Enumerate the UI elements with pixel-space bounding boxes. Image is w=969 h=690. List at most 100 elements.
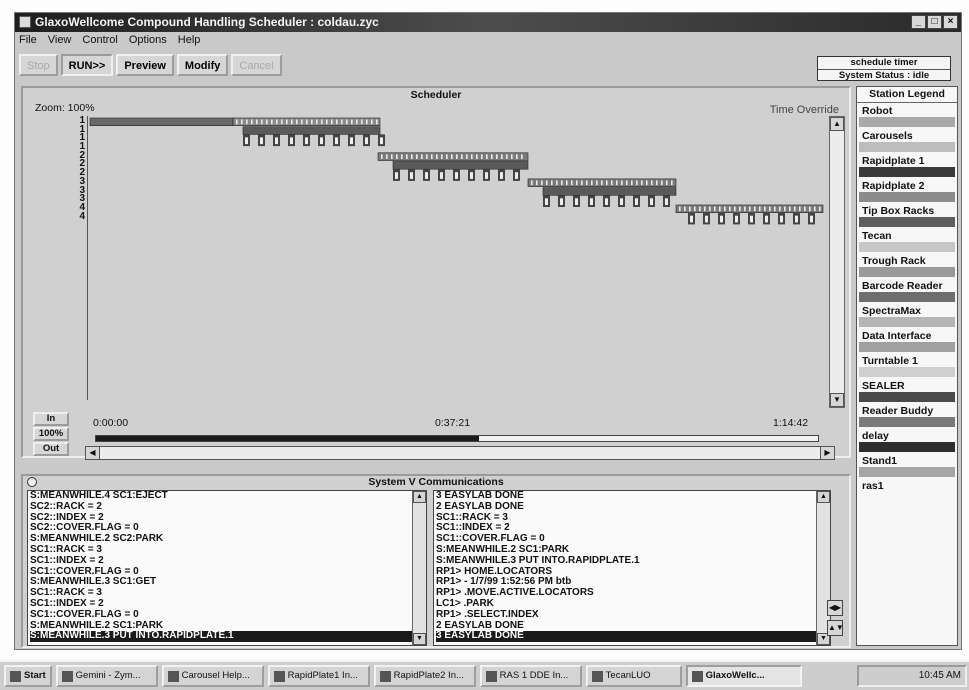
task-rapidplate2[interactable]: RapidPlate2 In... (373, 665, 476, 687)
task-block-gap (365, 137, 368, 145)
task-bar-tick (709, 206, 711, 212)
minimize-button[interactable]: _ (911, 15, 926, 29)
left-right-arrows-icon[interactable]: ◀▶ (827, 600, 843, 616)
task-bar-tick (451, 154, 453, 159)
task-bar-tick (276, 119, 278, 125)
menu-options[interactable]: Options (129, 34, 167, 50)
task-block-gap (290, 137, 293, 145)
task-bar-tick (366, 119, 368, 125)
task-bar-tick (501, 154, 503, 159)
task-bar-tick (671, 180, 673, 186)
task-block-gap (650, 198, 653, 205)
scroll-up-icon[interactable]: ▲ (830, 117, 844, 131)
task-bar[interactable] (377, 152, 529, 161)
time-start-label: 0:00:00 (93, 417, 129, 429)
task-bar-tick (759, 206, 761, 212)
left-log-scrollbar[interactable]: ▲ ▼ (412, 491, 426, 645)
menu-help[interactable]: Help (178, 34, 201, 50)
task-gemini[interactable]: Gemini - Zym... (55, 665, 158, 687)
task-glaxowellcome[interactable]: GlaxoWellc... (685, 665, 802, 687)
task-bar-tick (516, 154, 518, 159)
log-line[interactable]: S:MEANWHILE.3 PUT INTO.RAPIDPLATE.1 (30, 631, 426, 643)
zoom-out-button[interactable]: Out (33, 442, 69, 456)
menu-view[interactable]: View (48, 34, 72, 50)
scroll-up-icon[interactable]: ▲ (817, 491, 830, 503)
task-rapidplate1[interactable]: RapidPlate1 In... (267, 665, 370, 687)
task-block-gap (575, 198, 578, 205)
task-bar-tick (236, 119, 238, 125)
legend-item-label: Tip Box Racks (862, 205, 935, 217)
cancel-button[interactable]: Cancel (231, 54, 282, 76)
task-bar[interactable] (392, 161, 529, 170)
task-bar-tick (311, 119, 313, 125)
task-bar-tick (301, 119, 303, 125)
scroll-up-icon[interactable]: ▲ (413, 491, 426, 503)
task-bar-tick (436, 154, 438, 159)
start-label: Start (24, 670, 46, 681)
task-carousel-help[interactable]: Carousel Help... (161, 665, 264, 687)
modify-button[interactable]: Modify (176, 54, 229, 76)
task-block-gap (380, 137, 383, 145)
log-line[interactable]: SC1::COVER.FLAG = 0 (30, 609, 426, 621)
legend-item: ras1 (857, 478, 957, 503)
legend-title: Station Legend (857, 87, 957, 103)
task-bar-tick (661, 180, 663, 186)
task-tecanluo[interactable]: TecanLUO (585, 665, 682, 687)
scroll-left-icon[interactable]: ◀ (86, 447, 100, 459)
app-icon (61, 670, 73, 682)
run-button[interactable]: RUN>> (60, 54, 114, 76)
time-end-label: 1:14:42 (773, 417, 809, 429)
log-line[interactable]: SC1::INDEX = 2 (30, 555, 426, 567)
task-bar[interactable] (242, 126, 381, 135)
task-bar-tick (689, 206, 691, 212)
log-line[interactable]: RP1> .SELECT.INDEX (436, 609, 830, 621)
legend-swatch (859, 442, 955, 452)
scroll-right-icon[interactable]: ▶ (820, 447, 834, 459)
task-bar-tick (606, 180, 608, 186)
log-line[interactable]: 2 EASYLAB DONE (436, 501, 830, 513)
task-bar-tick (316, 119, 318, 125)
close-button[interactable]: × (943, 15, 958, 29)
scroll-down-icon[interactable]: ▼ (413, 633, 426, 645)
preview-button[interactable]: Preview (116, 54, 174, 76)
scroll-down-icon[interactable]: ▼ (830, 393, 844, 407)
task-bar-tick (646, 180, 648, 186)
up-down-arrows-icon[interactable]: ▲▼ (827, 620, 844, 636)
left-log-list[interactable]: ▲ ▼ S:MEANWHILE.4 SC1:EJECT SC2::RACK = 2… (27, 490, 427, 646)
legend-swatch (859, 467, 955, 477)
task-block-gap (545, 198, 548, 205)
right-log-list[interactable]: ▲ ▼ 3 EASYLAB DONE 2 EASYLAB DONE SC1::RAC… (433, 490, 831, 646)
legend-item: Robot (857, 103, 957, 128)
task-bar-tick (386, 154, 388, 159)
time-override-label[interactable]: Time Override (770, 104, 839, 116)
task-bar[interactable] (89, 117, 234, 126)
log-line[interactable]: SC2::RACK = 2 (30, 501, 426, 513)
start-button[interactable]: Start (4, 665, 52, 687)
zoom-100-button[interactable]: 100% (33, 427, 69, 441)
menu-file[interactable]: File (19, 34, 37, 50)
task-bar-tick (666, 180, 668, 186)
task-bar[interactable] (542, 187, 677, 196)
log-line[interactable]: RP1> .MOVE.ACTIVE.LOCATORS (436, 587, 830, 599)
gantt-chart[interactable] (87, 116, 827, 400)
vertical-scrollbar[interactable]: ▲ ▼ (829, 116, 845, 408)
task-ras-dde[interactable]: RAS 1 DDE In... (479, 665, 582, 687)
help-icon (167, 670, 179, 682)
log-line[interactable]: 3 EASYLAB DONE (436, 631, 830, 643)
task-bar-tick (411, 154, 413, 159)
task-bar-tick (446, 154, 448, 159)
task-label: RapidPlate2 In... (393, 670, 464, 681)
windows-logo-icon (10, 670, 21, 682)
maximize-button[interactable]: □ (927, 15, 942, 29)
task-block-gap (410, 172, 413, 179)
task-bar-tick (296, 119, 298, 125)
zoom-in-button[interactable]: In (33, 412, 69, 426)
menu-control[interactable]: Control (82, 34, 117, 50)
stop-button[interactable]: Stop (19, 54, 58, 76)
horizontal-scrollbar[interactable]: ◀ ▶ (85, 446, 835, 460)
log-line[interactable]: S:MEANWHILE.3 PUT INTO.RAPIDPLATE.1 (436, 555, 830, 567)
task-bar-tick (481, 154, 483, 159)
task-bar-tick (346, 119, 348, 125)
task-block-gap (515, 172, 518, 179)
task-block-gap (795, 215, 798, 223)
